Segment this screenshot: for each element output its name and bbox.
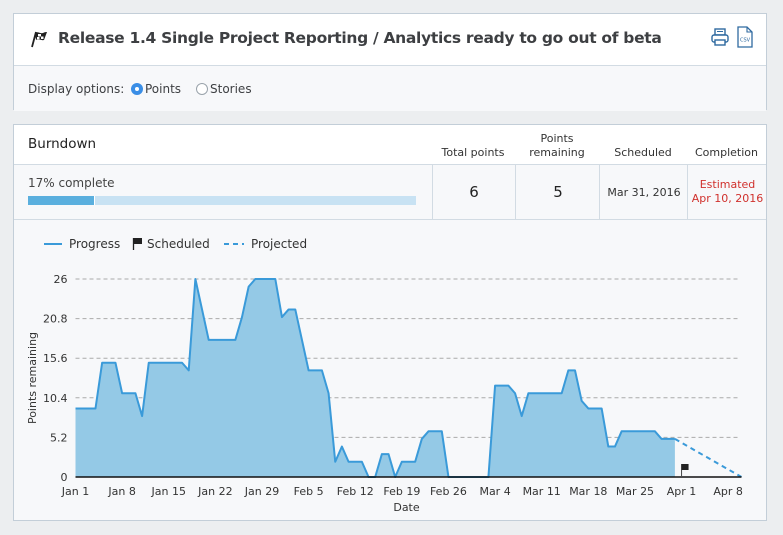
- display-options-label: Display options:: [28, 82, 125, 96]
- checkered-flag-icon: [31, 31, 47, 48]
- printer-icon[interactable]: [710, 27, 730, 47]
- progress-area: [75, 279, 675, 477]
- flag-cloth: [681, 464, 689, 470]
- burndown-chart: 0 5.2 10.4 15.6 20.8 26 Jan 1 Jan 8 Jan 15 Jan 2…: [26, 273, 743, 514]
- y-axis-ticks: 0 5.2 10.4 15.6 20.8 26: [43, 273, 68, 484]
- points-radio[interactable]: Points: [131, 82, 181, 96]
- display-options: Display options: Points Stories: [14, 66, 766, 111]
- x-tick-label: Feb 12: [337, 485, 374, 498]
- points-radio-label: Points: [145, 82, 182, 96]
- y-tick-label: 26: [54, 273, 68, 286]
- y-tick-label: 10.4: [43, 392, 68, 405]
- scheduled-flag-marker: [681, 464, 689, 476]
- csv-file-icon[interactable]: CSV: [737, 26, 753, 48]
- y-tick-label: 15.6: [43, 352, 68, 365]
- x-tick-label: Apr 8: [713, 485, 743, 498]
- projected-line: [674, 438, 742, 478]
- x-tick-label: Feb 26: [430, 485, 467, 498]
- stories-radio-label: Stories: [210, 82, 252, 96]
- x-tick-label: Jan 15: [151, 485, 186, 498]
- y-tick-label: 5.2: [50, 431, 68, 444]
- chart-series: [75, 278, 742, 478]
- x-tick-label: Feb 19: [383, 485, 420, 498]
- x-tick-label: Feb 5: [294, 485, 324, 498]
- release-header-card: Release 1.4 Single Project Reporting / A…: [13, 13, 767, 111]
- x-tick-label: Jan 29: [244, 485, 279, 498]
- x-axis-ticks: Jan 1 Jan 8 Jan 15 Jan 22 Jan 29 Feb 5 Feb 12 F…: [61, 485, 743, 498]
- radio-selected-indicator[interactable]: [131, 83, 143, 95]
- x-tick-label: Jan 1: [61, 485, 89, 498]
- stories-radio[interactable]: Stories: [196, 82, 252, 96]
- x-tick-label: Jan 8: [107, 485, 135, 498]
- x-axis-label: Date: [393, 501, 420, 514]
- title-row: Release 1.4 Single Project Reporting / A…: [14, 14, 766, 66]
- x-tick-label: Mar 18: [569, 485, 607, 498]
- y-axis-label: Points remaining: [26, 332, 39, 424]
- y-tick-label: 20.8: [43, 313, 68, 326]
- burndown-card: Burndown Total points Points remaining S…: [13, 124, 767, 521]
- x-tick-label: Mar 4: [479, 485, 510, 498]
- page-title: Release 1.4 Single Project Reporting / A…: [58, 29, 662, 47]
- x-tick-label: Mar 25: [616, 485, 654, 498]
- svg-text:CSV: CSV: [740, 38, 751, 44]
- x-tick-label: Apr 1: [667, 485, 697, 498]
- x-tick-label: Mar 11: [523, 485, 561, 498]
- y-tick-label: 0: [61, 471, 68, 484]
- x-tick-label: Jan 22: [197, 485, 232, 498]
- radio-unselected-indicator[interactable]: [196, 83, 208, 95]
